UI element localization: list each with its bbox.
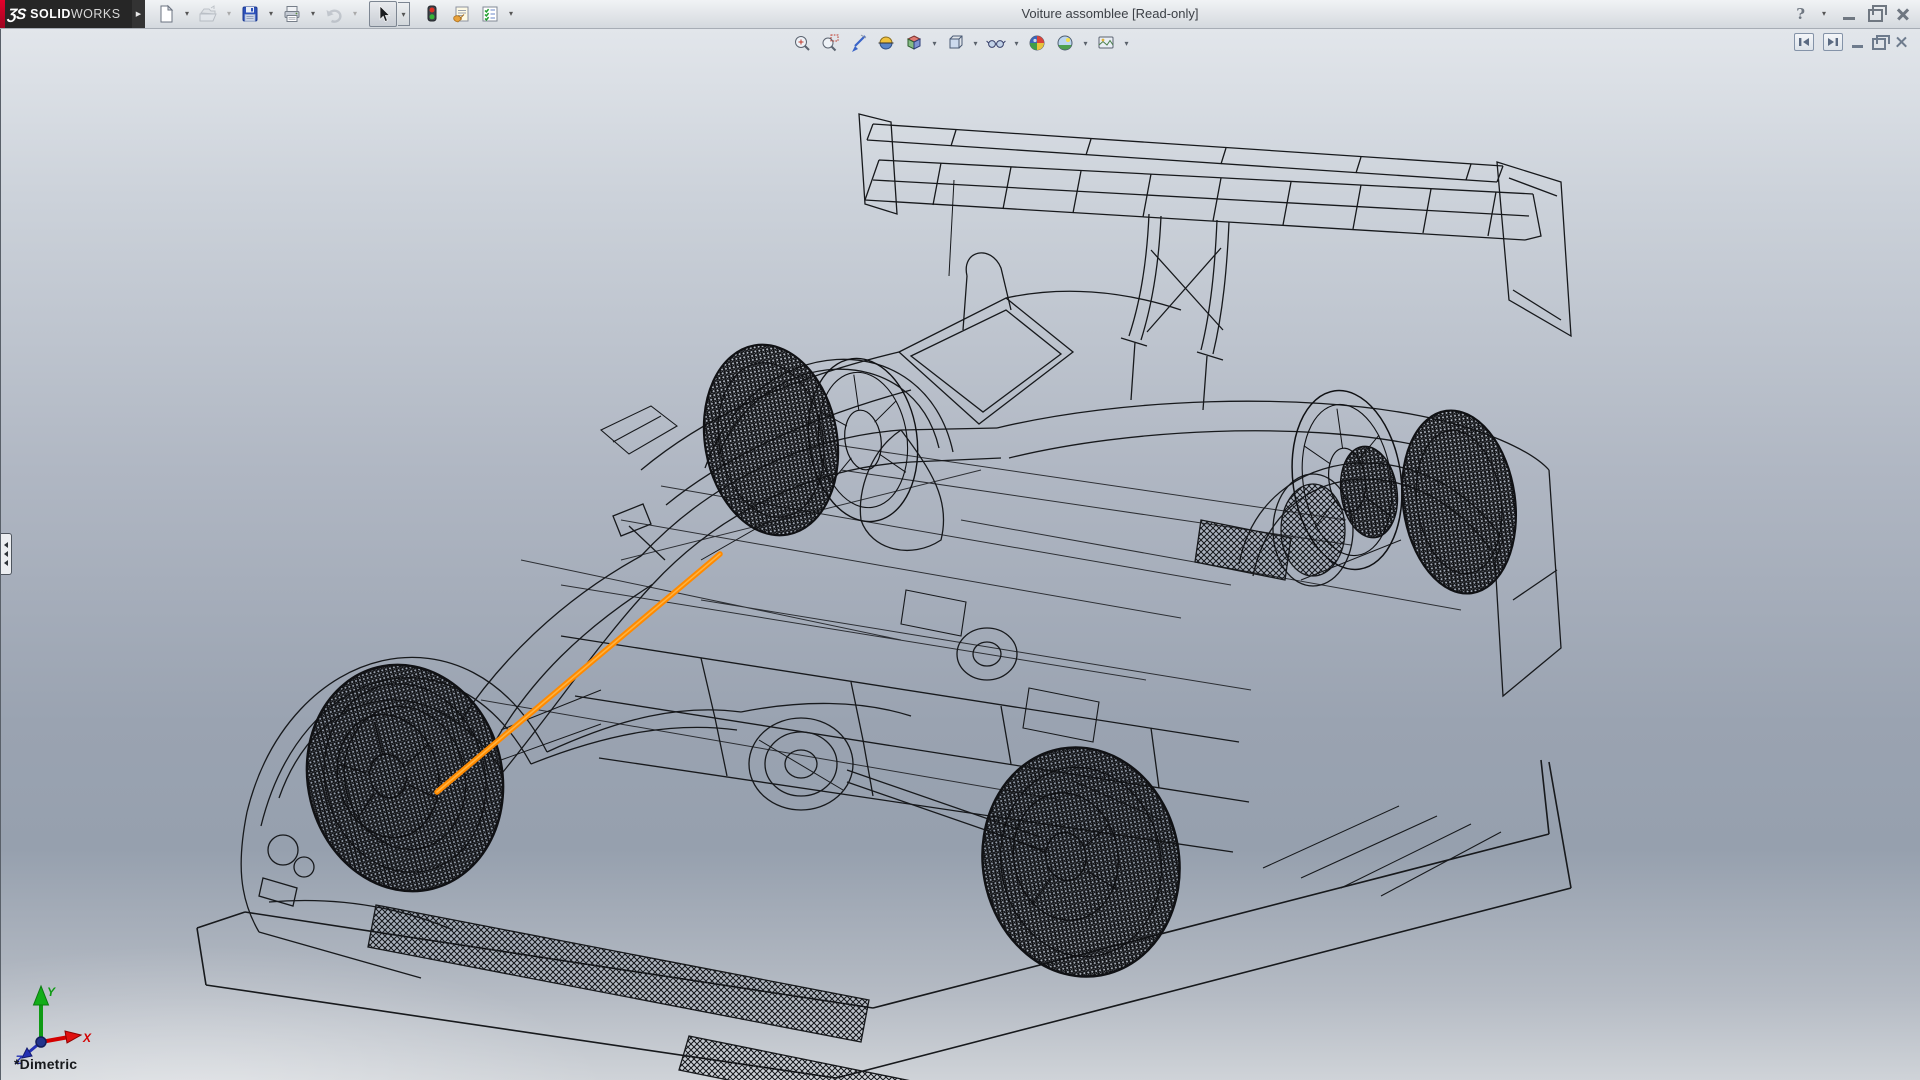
new-document-dropdown[interactable]: ▾ (181, 2, 193, 26)
undo-button[interactable] (320, 1, 348, 27)
front-left-wheel (283, 644, 526, 912)
view-orientation-label: *Dimetric (14, 1056, 77, 1072)
section-view-icon (876, 33, 896, 53)
display-style-dropdown[interactable]: ▾ (970, 39, 981, 48)
select-cursor-icon (373, 4, 393, 24)
traffic-light-icon (422, 4, 442, 24)
help-button[interactable]: ? (1796, 5, 1805, 23)
view-orientation-button[interactable] (901, 31, 927, 55)
wireframe-car-model (1, 0, 1920, 1080)
next-window-button[interactable] (1823, 33, 1843, 51)
edit-appearance-button[interactable] (1024, 31, 1050, 55)
graphics-area[interactable]: ▾ ▾ ▾ ▾ ▾ Y (0, 28, 1920, 1080)
file-properties-button[interactable] (447, 1, 475, 27)
car-wheels (283, 334, 1527, 992)
print-button[interactable] (278, 1, 306, 27)
minimize-icon[interactable] (1843, 17, 1855, 20)
print-dropdown[interactable]: ▾ (307, 2, 319, 26)
save-dropdown[interactable]: ▾ (265, 2, 277, 26)
open-dropdown[interactable]: ▾ (223, 2, 235, 26)
file-properties-icon (451, 4, 471, 24)
front-right-rim (798, 351, 928, 528)
doc-restore-icon[interactable] (1872, 38, 1886, 50)
help-dropdown[interactable]: ▾ (1818, 2, 1830, 26)
apply-scene-dropdown[interactable]: ▾ (1080, 39, 1091, 48)
section-view-button[interactable] (873, 31, 899, 55)
zoom-to-fit-button[interactable] (789, 31, 815, 55)
new-document-icon (156, 4, 176, 24)
hide-show-items-dropdown[interactable]: ▾ (1011, 39, 1022, 48)
view-orientation-dropdown[interactable]: ▾ (929, 39, 940, 48)
doc-minimize-icon[interactable] (1852, 45, 1863, 48)
zoom-to-area-button[interactable] (817, 31, 843, 55)
rear-brake-disc (1335, 443, 1403, 542)
rear-right-tire (1391, 403, 1528, 601)
front-right-tire (689, 334, 852, 546)
display-style-button[interactable] (942, 31, 968, 55)
feature-panel-collapse-tab[interactable] (1, 533, 12, 575)
document-window-controls (1794, 33, 1908, 51)
save-icon (240, 4, 260, 24)
close-icon[interactable] (1896, 7, 1910, 21)
scene-sphere-icon (1055, 33, 1075, 53)
hide-show-items-button[interactable] (983, 31, 1009, 55)
collapse-arrow-icon (4, 560, 8, 566)
undo-dropdown[interactable]: ▾ (349, 2, 361, 26)
triad-y-label: Y (47, 985, 56, 999)
rear-left-wheel (965, 732, 1198, 993)
solidworks-wordmark: SOLIDWORKS (30, 7, 120, 21)
open-icon (198, 4, 218, 24)
previous-window-button[interactable] (1794, 33, 1814, 51)
previous-view-button[interactable] (845, 31, 871, 55)
main-toolbar: ▾ ▾ ▾ ▾ ▾ ▾ ▾ (152, 0, 517, 28)
previous-window-icon (1798, 37, 1810, 47)
triad-x-label: X (82, 1031, 92, 1045)
rebuild-button[interactable] (418, 1, 446, 27)
title-bar: ƷS SOLIDWORKS ▶ ▾ ▾ ▾ ▾ ▾ ▾ ▾ (0, 0, 1920, 29)
options-dropdown[interactable]: ▾ (505, 2, 517, 26)
restore-icon[interactable] (1868, 9, 1883, 22)
reference-triad: Y X Z (11, 980, 95, 1066)
previous-view-icon (848, 33, 868, 53)
car-wireframe-lines (197, 114, 1571, 1080)
window-controls: ? ▾ (1796, 0, 1910, 28)
headsup-view-toolbar: ▾ ▾ ▾ ▾ ▾ (1, 31, 1920, 55)
collapse-arrow-icon (4, 542, 8, 548)
next-window-icon (1827, 37, 1839, 47)
options-button[interactable] (476, 1, 504, 27)
view-settings-button[interactable] (1093, 31, 1119, 55)
view-settings-icon (1096, 33, 1116, 53)
view-orientation-icon (904, 33, 924, 53)
menu-flyout-arrow[interactable]: ▶ (132, 0, 145, 28)
undo-icon (324, 4, 344, 24)
apply-scene-button[interactable] (1052, 31, 1078, 55)
collapse-arrow-icon (4, 551, 8, 557)
zoom-to-area-icon (820, 33, 840, 53)
view-settings-dropdown[interactable]: ▾ (1121, 39, 1132, 48)
solidworks-logo: ƷS SOLIDWORKS (0, 0, 132, 28)
eyeglasses-icon (986, 33, 1006, 53)
print-icon (282, 4, 302, 24)
solidworks-3s-icon: ƷS (7, 6, 26, 23)
select-dropdown[interactable]: ▾ (398, 2, 410, 26)
doc-close-icon[interactable] (1895, 36, 1908, 49)
appearance-sphere-icon (1027, 33, 1047, 53)
new-document-button[interactable] (152, 1, 180, 27)
selected-edge[interactable] (437, 554, 720, 792)
zoom-to-fit-icon (792, 33, 812, 53)
save-button[interactable] (236, 1, 264, 27)
select-button[interactable] (369, 1, 397, 27)
rear-right-rim (1281, 383, 1413, 576)
display-style-icon (945, 33, 965, 53)
options-checklist-icon (480, 4, 500, 24)
logo-red-accent (0, 0, 5, 28)
open-button[interactable] (194, 1, 222, 27)
